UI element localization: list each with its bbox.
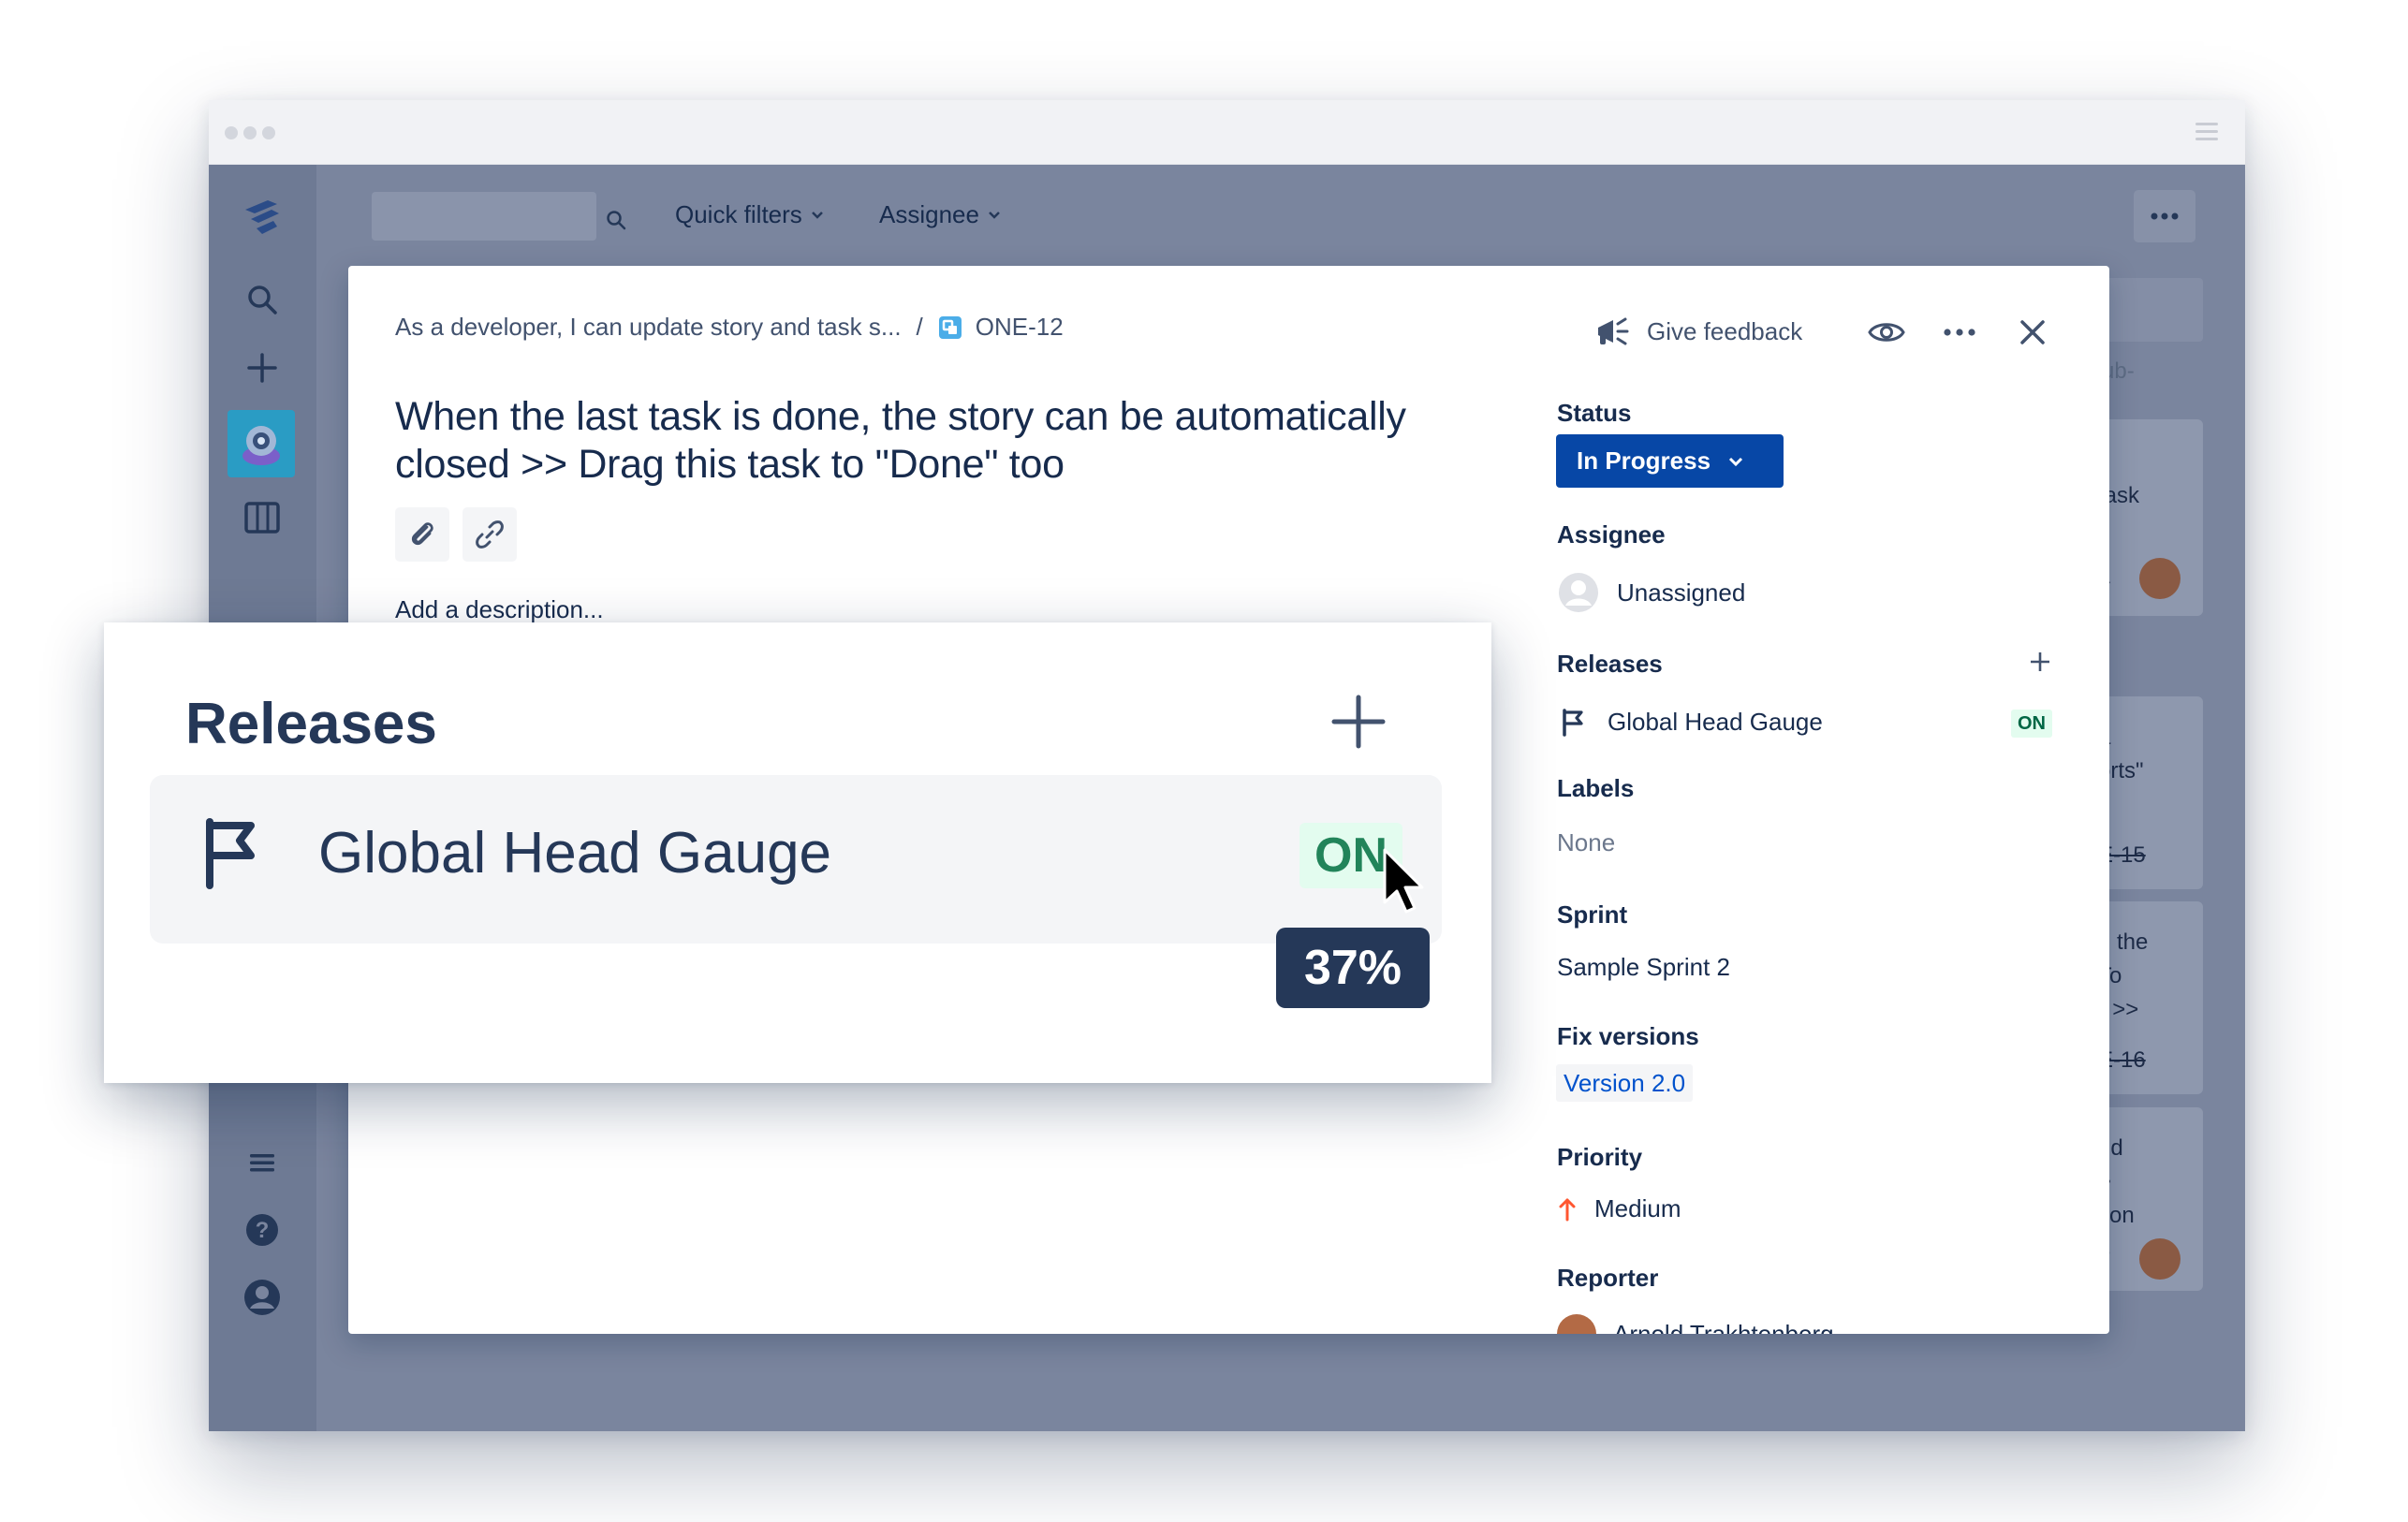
assignee-field[interactable]: Unassigned xyxy=(1557,571,1745,614)
zoom-release-name: Global Head Gauge xyxy=(318,821,832,885)
quick-filters-dropdown[interactable]: Quick filters xyxy=(675,200,825,229)
release-status-badge: ON xyxy=(2011,710,2052,738)
assignee-filter-dropdown[interactable]: Assignee xyxy=(879,200,1002,229)
issue-summary[interactable]: When the last task is done, the story ca… xyxy=(395,393,1425,489)
assignee-value: Unassigned xyxy=(1617,578,1746,607)
chevron-down-icon xyxy=(811,211,823,219)
priority-value: Medium xyxy=(1594,1194,1681,1222)
reporter-label: Reporter xyxy=(1557,1264,1659,1292)
attach-button[interactable] xyxy=(395,507,449,562)
description-placeholder[interactable]: Add a description... xyxy=(395,595,604,624)
more-icon xyxy=(2151,212,2179,220)
create-icon[interactable] xyxy=(240,345,285,390)
more-actions-icon[interactable] xyxy=(1940,313,1979,352)
zoom-releases-title: Releases xyxy=(185,692,437,756)
release-item[interactable]: Global Head Gauge xyxy=(1557,708,1823,737)
fix-version-lozenge[interactable]: Version 2.0 xyxy=(1556,1064,1694,1102)
avatar xyxy=(2139,558,2180,599)
profile-icon[interactable] xyxy=(240,1275,285,1320)
avatar xyxy=(1557,1314,1596,1334)
chevron-down-icon xyxy=(1729,457,1743,466)
board-icon[interactable] xyxy=(240,495,285,540)
close-icon[interactable] xyxy=(2013,313,2052,352)
quick-filters-label: Quick filters xyxy=(675,200,802,228)
sprint-value[interactable]: Sample Sprint 2 xyxy=(1557,953,1730,982)
window-dot-icon xyxy=(243,126,257,139)
progress-tooltip: 37% xyxy=(1276,928,1430,1008)
fix-versions-label: Fix versions xyxy=(1557,1022,1699,1050)
status-dropdown-button[interactable]: In Progress xyxy=(1556,434,1784,488)
help-icon[interactable]: ? xyxy=(240,1207,285,1252)
link-issue-button[interactable] xyxy=(463,507,517,562)
reporter-field[interactable]: Arnold Trakhtenberg xyxy=(1557,1314,1834,1334)
subtask-icon xyxy=(938,315,962,339)
board-more-button[interactable] xyxy=(2134,190,2195,242)
flag-icon xyxy=(206,818,255,889)
sprint-label: Sprint xyxy=(1557,900,1628,929)
window-dot-icon xyxy=(225,126,238,139)
watch-icon[interactable] xyxy=(1867,313,1906,352)
reporter-value: Arnold Trakhtenberg xyxy=(1613,1319,1834,1335)
window-title-bar xyxy=(209,100,2245,165)
assignee-filter-label: Assignee xyxy=(879,200,979,228)
menu-icon[interactable] xyxy=(240,1140,285,1185)
priority-field[interactable]: Medium xyxy=(1557,1194,1681,1223)
zoom-release-row[interactable]: Global Head Gauge ON xyxy=(150,775,1442,944)
give-feedback-label: Give feedback xyxy=(1647,316,1803,345)
avatar-placeholder-icon xyxy=(1559,573,1598,612)
search-icon[interactable] xyxy=(240,277,285,322)
board-search-input[interactable] xyxy=(372,192,626,241)
releases-label: Releases xyxy=(1557,650,1663,678)
give-feedback-button[interactable]: Give feedback xyxy=(1594,303,1802,359)
link-icon xyxy=(476,520,504,549)
search-icon xyxy=(607,211,626,230)
breadcrumb: As a developer, I can update story and t… xyxy=(395,313,1064,342)
labels-label: Labels xyxy=(1557,774,1635,802)
megaphone-icon xyxy=(1598,317,1629,345)
window-dot-icon xyxy=(262,126,275,139)
status-label: Status xyxy=(1557,399,1632,427)
assignee-label: Assignee xyxy=(1557,520,1666,549)
chevron-down-icon xyxy=(989,211,1000,219)
paperclip-icon xyxy=(411,522,433,546)
breadcrumb-separator: / xyxy=(916,313,923,341)
project-avatar-icon[interactable] xyxy=(228,410,295,477)
add-release-icon[interactable] xyxy=(2024,646,2056,678)
breadcrumb-parent-link[interactable]: As a developer, I can update story and t… xyxy=(395,313,902,342)
issue-key-link[interactable]: ONE-12 xyxy=(976,313,1064,342)
labels-value[interactable]: None xyxy=(1557,828,1615,857)
window-menu-icon[interactable] xyxy=(2195,123,2218,141)
status-value: In Progress xyxy=(1577,446,1711,475)
arrow-up-icon xyxy=(1559,1198,1576,1221)
avatar xyxy=(2139,1238,2180,1280)
jira-logo-icon[interactable] xyxy=(236,191,288,243)
svg-text:?: ? xyxy=(256,1218,270,1243)
flag-icon xyxy=(1563,708,1583,737)
releases-zoom-callout: Releases Global Head Gauge ON 37% xyxy=(104,622,1491,1083)
mouse-cursor-icon xyxy=(1383,848,1424,914)
priority-label: Priority xyxy=(1557,1143,1643,1171)
release-name: Global Head Gauge xyxy=(1608,708,1823,736)
add-release-icon[interactable] xyxy=(1330,694,1387,750)
